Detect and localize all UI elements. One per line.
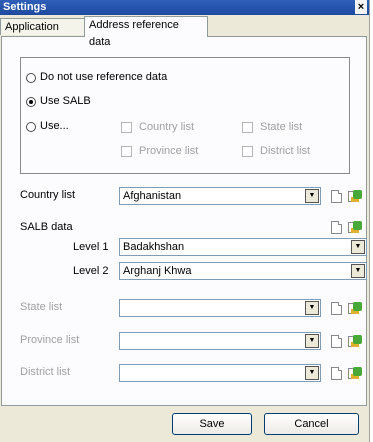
window-title: Settings (3, 1, 47, 13)
province-list-select[interactable]: ▼ (119, 332, 321, 350)
open-file-icon[interactable] (348, 366, 362, 379)
radio-use-salb[interactable] (26, 97, 36, 107)
radio-no-reference-label[interactable]: Do not use reference data (40, 71, 167, 83)
new-document-icon[interactable] (331, 367, 342, 380)
radio-use-custom-label[interactable]: Use... (40, 120, 69, 132)
checkbox-province-list[interactable] (121, 146, 132, 157)
state-list-label: State list (20, 301, 63, 313)
radio-use-salb-label[interactable]: Use SALB (40, 95, 91, 107)
open-file-icon[interactable] (348, 301, 362, 314)
tab-address-reference-data[interactable]: Address reference data (84, 16, 208, 48)
checkbox-country-list-label: Country list (139, 121, 195, 133)
state-list-select[interactable]: ▼ (119, 299, 321, 317)
district-list-select[interactable]: ▼ (119, 364, 321, 382)
tab-label: Application (5, 21, 59, 33)
open-file-icon[interactable] (348, 189, 362, 202)
open-file-icon[interactable] (348, 220, 362, 233)
title-bar: Settings × (0, 0, 369, 15)
chevron-down-icon[interactable]: ▼ (351, 240, 365, 254)
tab-strip: Application Address reference data (0, 16, 369, 48)
save-button[interactable]: Save (172, 413, 252, 435)
tab-application[interactable]: Application (0, 18, 85, 35)
chevron-down-icon[interactable]: ▼ (305, 366, 319, 380)
level1-value: Badakhshan (123, 241, 185, 253)
radio-use-custom[interactable] (26, 122, 36, 132)
country-list-select[interactable]: Afghanistan ▼ (119, 187, 321, 205)
chevron-down-icon[interactable]: ▼ (305, 189, 319, 203)
level2-label: Level 2 (73, 265, 109, 277)
checkbox-province-list-label: Province list (139, 145, 199, 157)
chevron-down-icon[interactable]: ▼ (351, 264, 365, 278)
new-document-icon[interactable] (331, 221, 342, 234)
chevron-down-icon[interactable]: ▼ (305, 301, 319, 315)
settings-dialog: Settings × Application Address reference… (0, 0, 370, 442)
new-document-icon[interactable] (331, 302, 342, 315)
new-document-icon[interactable] (331, 335, 342, 348)
new-document-icon[interactable] (331, 190, 342, 203)
level2-value: Arghanj Khwa (123, 265, 192, 277)
country-list-value: Afghanistan (123, 190, 182, 202)
level1-select[interactable]: Badakhshan ▼ (119, 238, 367, 256)
cancel-button[interactable]: Cancel (264, 413, 359, 435)
country-list-label: Country list (20, 189, 76, 201)
province-list-label: Province list (20, 334, 80, 346)
chevron-down-icon[interactable]: ▼ (305, 334, 319, 348)
close-icon[interactable]: × (355, 0, 367, 14)
checkbox-state-list-label: State list (260, 121, 303, 133)
checkbox-state-list[interactable] (242, 122, 253, 133)
salb-data-label: SALB data (20, 221, 73, 233)
open-file-icon[interactable] (348, 334, 362, 347)
checkbox-district-list-label: District list (260, 145, 311, 157)
level2-select[interactable]: Arghanj Khwa ▼ (119, 262, 367, 280)
checkbox-country-list[interactable] (121, 122, 132, 133)
district-list-label: District list (20, 366, 71, 378)
level1-label: Level 1 (73, 241, 109, 253)
radio-no-reference[interactable] (26, 73, 36, 83)
checkbox-district-list[interactable] (242, 146, 253, 157)
